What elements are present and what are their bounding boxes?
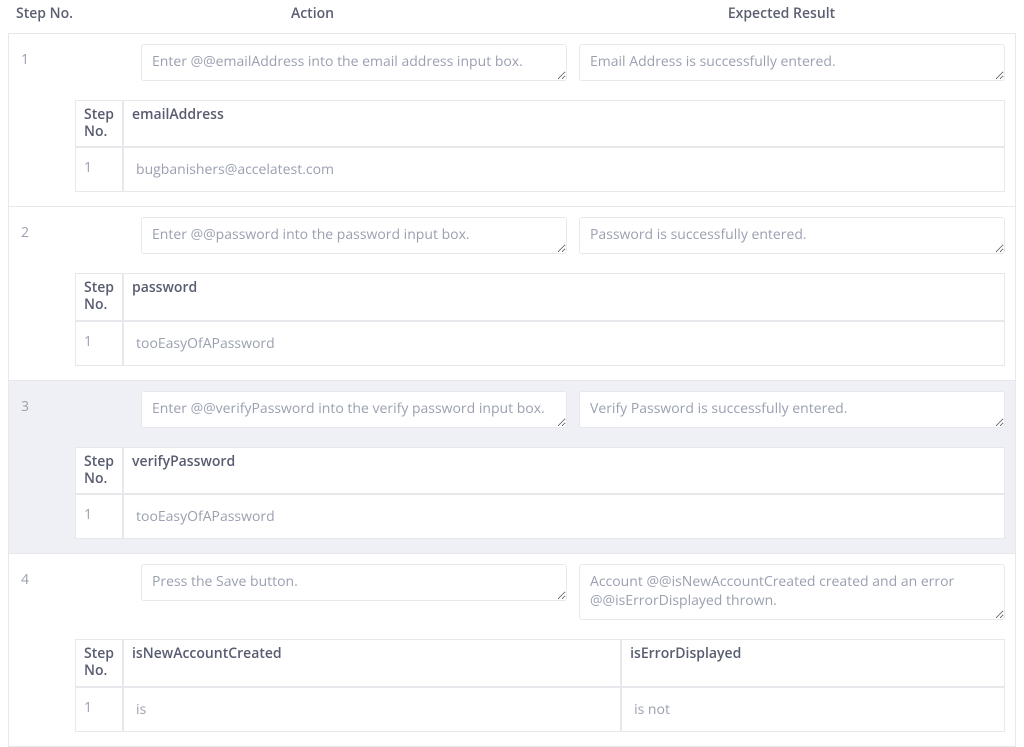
- var-header-name: isNewAccountCreated: [123, 639, 621, 687]
- var-value-cell[interactable]: bugbanishers@accelatest.com: [123, 147, 1005, 192]
- step-row[interactable]: 2 Step No.password1tooEasyOfAPassword: [8, 207, 1016, 380]
- var-value-cell[interactable]: tooEasyOfAPassword: [123, 321, 1005, 366]
- step-number: 3: [19, 391, 129, 416]
- action-input[interactable]: [141, 391, 567, 428]
- action-input[interactable]: [141, 217, 567, 254]
- var-value-cell[interactable]: tooEasyOfAPassword: [123, 494, 1005, 539]
- step-row[interactable]: 3 Step No.verifyPassword1tooEasyOfAPasswo…: [8, 381, 1016, 554]
- step-number: 2: [19, 217, 129, 242]
- var-row-number: 1: [75, 687, 123, 732]
- action-input[interactable]: [141, 564, 567, 601]
- expected-result-input[interactable]: [579, 391, 1005, 428]
- var-header-name: isErrorDisplayed: [621, 639, 1005, 687]
- step-number: 4: [19, 564, 129, 589]
- var-value-cell[interactable]: is not: [621, 687, 1005, 732]
- var-header-name: password: [123, 273, 1005, 321]
- var-header-name: emailAddress: [123, 100, 1005, 148]
- step-number: 1: [19, 44, 129, 69]
- header-action: Action: [78, 4, 547, 23]
- var-value-cell[interactable]: is: [123, 687, 621, 732]
- test-steps-table: Step No. Action Expected Result 1Step No…: [0, 0, 1024, 747]
- header-expected: Expected Result: [547, 4, 1016, 23]
- variable-table: Step No.verifyPassword1tooEasyOfAPasswor…: [75, 447, 1005, 540]
- var-header-name: verifyPassword: [123, 447, 1005, 495]
- var-row-number: 1: [75, 494, 123, 539]
- expected-result-input[interactable]: [579, 44, 1005, 81]
- var-row-number: 1: [75, 321, 123, 366]
- expected-result-input[interactable]: [579, 217, 1005, 254]
- var-header-stepno: Step No.: [75, 447, 123, 495]
- var-row-number: 1: [75, 147, 123, 192]
- table-header-row: Step No. Action Expected Result: [8, 0, 1016, 34]
- action-input[interactable]: [141, 44, 567, 81]
- variable-table: Step No.isNewAccountCreatedisErrorDispla…: [75, 639, 1005, 732]
- header-stepno: Step No.: [8, 4, 78, 23]
- step-row[interactable]: 1Step No.emailAddress1bugbanishers@accel…: [8, 34, 1016, 207]
- var-header-stepno: Step No.: [75, 639, 123, 687]
- variable-table: Step No.password1tooEasyOfAPassword: [75, 273, 1005, 366]
- var-header-stepno: Step No.: [75, 100, 123, 148]
- variable-table: Step No.emailAddress1bugbanishers@accela…: [75, 100, 1005, 193]
- expected-result-input[interactable]: [579, 564, 1005, 620]
- step-row[interactable]: 4 Step No.isNewAccountCreatedisErrorDispl…: [8, 554, 1016, 746]
- var-header-stepno: Step No.: [75, 273, 123, 321]
